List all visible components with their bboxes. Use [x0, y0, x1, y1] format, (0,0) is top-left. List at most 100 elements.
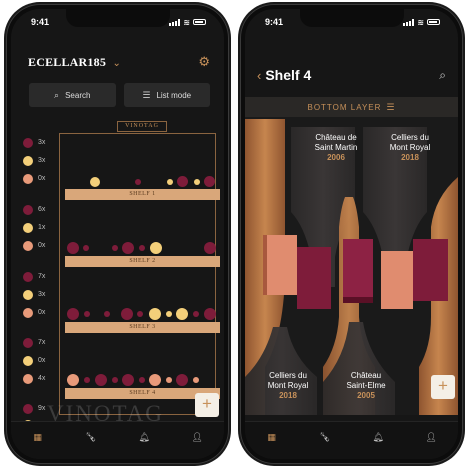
bottle-marker[interactable] — [194, 179, 200, 185]
legend-rose-dot — [23, 241, 33, 251]
bottle-marker[interactable] — [139, 377, 145, 383]
bottle-marker[interactable] — [137, 311, 143, 317]
phone-shelf-detail: 9:41 ≋ ‹ Shelf 4 ⌕ BOTTOM LAYER ☰ Châtea… — [240, 4, 463, 464]
wine-name: Celliers du — [269, 371, 307, 380]
wine-name: Château — [350, 371, 382, 380]
bell-icon[interactable]: 🔔︎ — [134, 432, 154, 443]
wine-label-4[interactable]: Château Saint-Elme 2005 — [329, 371, 403, 401]
add-bottle-button[interactable]: + — [431, 375, 455, 399]
bottle-marker[interactable] — [150, 242, 162, 254]
list-mode-label: List mode — [156, 90, 192, 100]
legend-red-dot — [23, 404, 33, 414]
shelf-2[interactable]: SHELF 2 — [65, 256, 220, 267]
legend-rose-dot — [23, 308, 33, 318]
user-icon[interactable]: 👤︎ — [421, 432, 441, 443]
nav-bar: ‹ Shelf 4 ⌕ — [257, 67, 446, 83]
bottle-marker[interactable] — [204, 308, 216, 320]
status-bar: 9:41 ≋ — [245, 15, 458, 29]
user-icon[interactable]: 👤︎ — [187, 432, 207, 443]
wine-label-3[interactable]: Celliers du Mont Royal 2018 — [251, 371, 325, 401]
extra-red-count: 9x — [38, 405, 46, 412]
page-title: Shelf 4 — [265, 67, 312, 83]
shelf3-white-count: 3x — [38, 291, 46, 298]
shelf3-red-count: 7x — [38, 273, 46, 280]
bottle-marker[interactable] — [67, 242, 79, 254]
cellar-header: ECELLAR185 ⌄ ⚙ — [28, 53, 210, 71]
legend-white-dot — [23, 223, 33, 233]
wine-name: Celliers du — [391, 133, 429, 142]
chevron-down-icon: ⌄ — [112, 58, 121, 69]
bottle-marker[interactable] — [83, 245, 89, 251]
bottle-marker[interactable] — [149, 374, 161, 386]
bottle-marker[interactable] — [177, 176, 188, 187]
bottle-marker[interactable] — [204, 242, 216, 254]
legend-rose-dot — [23, 174, 33, 184]
bottle-marker[interactable] — [67, 308, 79, 320]
chevron-left-icon[interactable]: ‹ — [257, 68, 261, 83]
bottle-tab-icon[interactable]: 🍾︎ — [315, 432, 335, 443]
bottle-marker[interactable] — [176, 374, 188, 386]
bottle-marker[interactable] — [84, 377, 90, 383]
wine-name: Saint Martin — [314, 143, 358, 152]
cellar-selector[interactable]: ECELLAR185 ⌄ — [28, 53, 121, 71]
bottle-marker[interactable] — [67, 374, 79, 386]
wine-label-2[interactable]: Celliers du Mont Royal 2018 — [375, 133, 445, 163]
shelf4-white-count: 0x — [38, 357, 46, 364]
status-bar: 9:41 ≋ — [11, 15, 224, 29]
tab-bar: ▦ 🍾︎ 🔔︎ 👤︎ — [245, 421, 458, 459]
bottle-marker[interactable] — [193, 311, 199, 317]
bottle-marker[interactable] — [122, 242, 134, 254]
gear-icon[interactable]: ⚙ — [198, 54, 210, 70]
bottle-marker[interactable] — [204, 176, 215, 187]
bottle-marker[interactable] — [112, 377, 118, 383]
signal-icon — [403, 18, 415, 26]
bottle-marker[interactable] — [167, 179, 173, 185]
shelf-detail-screen: 9:41 ≋ ‹ Shelf 4 ⌕ BOTTOM LAYER ☰ Châtea… — [245, 9, 458, 459]
bell-icon[interactable]: 🔔︎ — [368, 432, 388, 443]
add-bottle-button[interactable]: + — [195, 393, 219, 417]
cellar-screen: 9:41 ≋ ECELLAR185 ⌄ ⚙ ⌕ Search ☰ List mo… — [11, 9, 224, 459]
bottle-marker[interactable] — [139, 245, 145, 251]
bottle-marker[interactable] — [135, 179, 141, 185]
bottle-tab-icon[interactable]: 🍾︎ — [81, 432, 101, 443]
bottle-marker[interactable] — [193, 377, 199, 383]
battery-icon — [193, 19, 206, 25]
shelf2-rose-count: 0x — [38, 242, 46, 249]
list-mode-button[interactable]: ☰ List mode — [123, 83, 210, 107]
wine-year: 2018 — [279, 391, 297, 400]
cellar-tab-icon[interactable]: ▦ — [262, 432, 282, 443]
wine-year: 2005 — [357, 391, 375, 400]
brand-tag: VINOTAG — [117, 121, 167, 132]
bottle-marker[interactable] — [149, 308, 161, 320]
bottle-marker[interactable] — [166, 377, 172, 383]
wine-label-1[interactable]: Château de Saint Martin 2006 — [301, 133, 371, 163]
bottle-marker[interactable] — [176, 308, 188, 320]
search-icon[interactable]: ⌕ — [439, 68, 446, 83]
bottle-marker[interactable] — [122, 374, 134, 386]
shelf4-red-count: 7x — [38, 339, 46, 346]
status-icons: ≋ — [403, 18, 440, 27]
bottle-marker[interactable] — [84, 311, 90, 317]
legend-white-dot — [23, 290, 33, 300]
menu-icon: ☰ — [386, 101, 396, 112]
layer-selector[interactable]: BOTTOM LAYER ☰ — [245, 97, 458, 117]
legend-red-dot — [23, 338, 33, 348]
bottle-marker[interactable] — [90, 177, 100, 187]
bottle-marker[interactable] — [121, 308, 133, 320]
bottle-marker[interactable] — [112, 245, 118, 251]
back-nav[interactable]: ‹ Shelf 4 — [257, 67, 311, 83]
shelf-3[interactable]: SHELF 3 — [65, 322, 220, 333]
list-icon: ☰ — [142, 89, 151, 100]
legend-red-dot — [23, 205, 33, 215]
shelf-1[interactable]: SHELF 1 — [65, 189, 220, 200]
bottle-marker[interactable] — [166, 311, 172, 317]
shelf4-rose-count: 4x — [38, 375, 46, 382]
cabinet-frame — [59, 133, 216, 415]
bottle-marker[interactable] — [104, 311, 110, 317]
phone-cellar: 9:41 ≋ ECELLAR185 ⌄ ⚙ ⌕ Search ☰ List mo… — [6, 4, 229, 464]
search-button[interactable]: ⌕ Search — [29, 83, 116, 107]
bottle-marker[interactable] — [95, 374, 107, 386]
shelf1-red-count: 3x — [38, 139, 46, 146]
cellar-tab-icon[interactable]: ▦ — [28, 432, 48, 443]
search-label: Search — [65, 90, 91, 100]
